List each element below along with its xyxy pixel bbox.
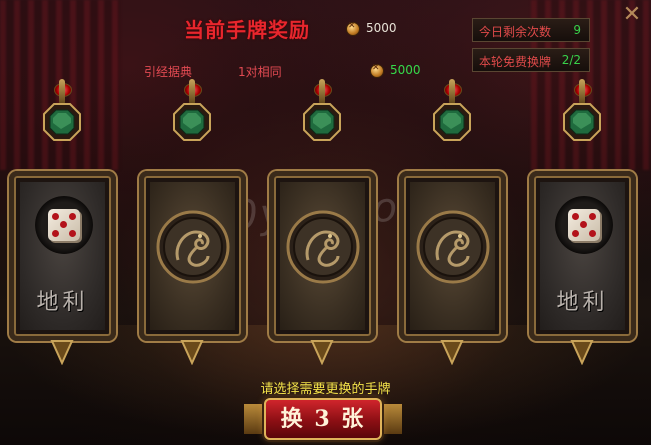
daily-remaining-row: 今日剩余次数 9 <box>472 18 590 42</box>
combo-card-name: 引经据典 <box>144 65 193 79</box>
hand-card-5[interactable]: 地利 <box>525 79 640 371</box>
dragon-icon <box>286 210 360 284</box>
card-label: 地利 <box>556 290 609 315</box>
card-tip-ornament <box>180 340 204 365</box>
hand-card-4[interactable] <box>395 79 510 371</box>
hand-card-1[interactable]: 地利 <box>5 79 120 371</box>
dragon-icon <box>156 210 230 284</box>
card-tip-ornament <box>310 340 334 365</box>
hand-reward-amount: 5000 <box>366 21 397 35</box>
hand-card-2[interactable] <box>135 79 250 371</box>
free-swap-label: 本轮免费换牌 <box>479 55 552 69</box>
dice-medallion <box>35 196 93 254</box>
daily-remaining-value: 9 <box>573 23 581 37</box>
card-label: 地利 <box>36 290 89 315</box>
combo-reward: 5000 <box>370 63 421 78</box>
card-face-up: 地利 <box>529 171 636 341</box>
dice-pip <box>60 221 67 228</box>
dice-pip <box>52 213 59 220</box>
hand-card-3[interactable] <box>265 79 380 371</box>
dice-pip <box>69 213 76 220</box>
jade-gem-icon <box>43 103 81 141</box>
jade-gem-icon <box>433 103 471 141</box>
coin-icon <box>370 63 384 78</box>
hand-reward: 5000 <box>346 21 397 36</box>
free-swap-value: 2/2 <box>561 53 581 67</box>
dice-pip <box>580 221 587 228</box>
dice-icon <box>48 209 80 241</box>
coin-icon <box>346 21 360 36</box>
close-button[interactable]: ✕ <box>619 3 645 27</box>
select-hint: 请选择需要更换的手牌 <box>260 382 391 397</box>
card-face-down <box>139 171 246 341</box>
combo-reward-amount: 5000 <box>390 63 421 77</box>
chain-decoration <box>449 79 455 105</box>
chain-decoration <box>579 79 585 105</box>
dragon-icon <box>416 210 490 284</box>
chain-decoration <box>319 79 325 105</box>
dice-icon <box>568 209 600 241</box>
card-face-down <box>269 171 376 341</box>
jade-gem-icon <box>173 103 211 141</box>
dice-pip <box>69 230 76 237</box>
dice-pip <box>52 230 59 237</box>
dice-pip <box>572 213 579 220</box>
card-tip-ornament <box>440 340 464 365</box>
combo-match-text: 1对相同 <box>238 65 282 79</box>
jade-gem-icon <box>303 103 341 141</box>
dice-pip <box>589 213 596 220</box>
chain-decoration <box>189 79 195 105</box>
card-tip-ornament <box>570 340 594 365</box>
reward-title: 当前手牌奖励 <box>184 18 310 42</box>
free-swap-row: 本轮免费换牌 2/2 <box>472 48 590 72</box>
jade-gem-icon <box>563 103 601 141</box>
chain-decoration <box>59 79 65 105</box>
card-face-down <box>399 171 506 341</box>
game-stage: 当前手牌奖励 5000 引经据典 1对相同 5000 今日剩余次数 9 本轮免费… <box>0 0 651 445</box>
card-face-up: 地利 <box>9 171 116 341</box>
daily-remaining-label: 今日剩余次数 <box>479 25 552 39</box>
dice-pip <box>572 230 579 237</box>
swap-cards-button[interactable]: 换 3 张 <box>264 398 382 440</box>
card-tip-ornament <box>50 340 74 365</box>
dice-medallion <box>555 196 613 254</box>
dice-pip <box>589 230 596 237</box>
